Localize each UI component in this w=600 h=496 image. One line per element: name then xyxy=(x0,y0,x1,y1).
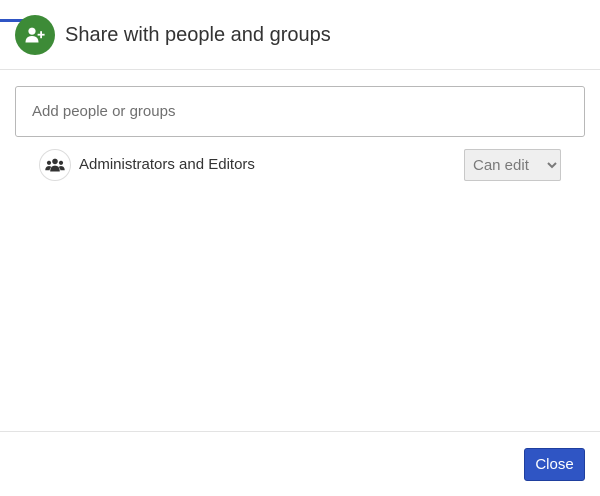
share-name: Administrators and Editors xyxy=(79,156,255,173)
close-button[interactable]: Close xyxy=(524,448,585,481)
users-group-icon xyxy=(39,149,71,181)
add-user-icon xyxy=(15,15,55,55)
dialog-title: Share with people and groups xyxy=(65,24,331,46)
dialog-footer: Close xyxy=(0,431,600,496)
dialog-header: Share with people and groups xyxy=(0,0,600,70)
share-dialog: Share with people and groups Administrat… xyxy=(0,0,600,496)
share-list-item: Administrators and Editors Can edit xyxy=(39,148,561,181)
permission-select[interactable]: Can edit xyxy=(464,149,561,181)
add-people-search-input[interactable] xyxy=(15,86,585,137)
